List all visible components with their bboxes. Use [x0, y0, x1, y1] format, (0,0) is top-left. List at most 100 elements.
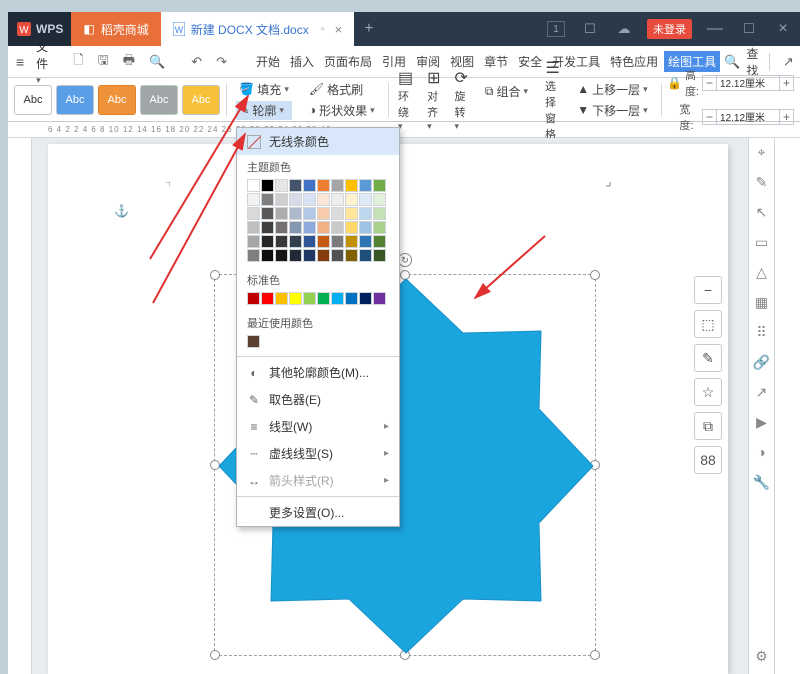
- color-swatch[interactable]: [373, 292, 386, 305]
- counter-box[interactable]: 1: [539, 12, 573, 46]
- color-swatch[interactable]: [247, 207, 260, 220]
- color-swatch[interactable]: [331, 221, 344, 234]
- color-swatch[interactable]: [247, 221, 260, 234]
- color-swatch[interactable]: [275, 235, 288, 248]
- eyedropper[interactable]: ✎取色器(E): [237, 386, 399, 413]
- color-swatch[interactable]: [289, 292, 302, 305]
- selection-pane-button[interactable]: ☰选择窗格: [541, 58, 564, 142]
- color-swatch[interactable]: [289, 179, 302, 192]
- style-thumb-1[interactable]: Abc: [14, 85, 52, 115]
- rotate-button[interactable]: ⟳旋转▾: [451, 68, 472, 132]
- color-swatch[interactable]: [373, 193, 386, 206]
- color-swatch[interactable]: [303, 235, 316, 248]
- color-swatch[interactable]: [289, 207, 302, 220]
- qat-save[interactable]: 🖫: [93, 51, 114, 73]
- style-thumb-5[interactable]: Abc: [182, 85, 220, 115]
- minimize-button[interactable]: —: [698, 12, 732, 46]
- dashes[interactable]: ┄虚线线型(S)▸: [237, 440, 399, 467]
- fill-button[interactable]: 🪣填充 ▾: [236, 80, 292, 99]
- color-swatch[interactable]: [289, 193, 302, 206]
- tab-layout[interactable]: 页面布局: [320, 51, 376, 72]
- height-lock-icon[interactable]: 🔒: [667, 76, 682, 90]
- color-swatch[interactable]: [359, 249, 372, 262]
- mini-btn-6[interactable]: 88: [694, 446, 722, 474]
- style-thumb-4[interactable]: Abc: [140, 85, 178, 115]
- side-pencil-icon[interactable]: ✎: [752, 172, 772, 192]
- mini-btn-1[interactable]: −: [694, 276, 722, 304]
- side-video-icon[interactable]: ▶: [752, 412, 772, 432]
- color-swatch[interactable]: [331, 179, 344, 192]
- color-swatch[interactable]: [345, 221, 358, 234]
- tab-start[interactable]: 开始: [252, 51, 284, 72]
- more-outline-colors[interactable]: ◐其他轮廓颜色(M)...: [237, 359, 399, 386]
- tab-mall[interactable]: ◧ 稻壳商城: [71, 12, 160, 46]
- send-backward-button[interactable]: ▼下移一层 ▾: [574, 101, 650, 120]
- side-chat-icon[interactable]: ◑: [752, 442, 772, 462]
- color-swatch[interactable]: [289, 221, 302, 234]
- close-tab-icon[interactable]: ×: [335, 22, 343, 37]
- side-cursor-icon[interactable]: ↖: [752, 202, 772, 222]
- recent-swatch-1[interactable]: [247, 335, 260, 348]
- side-apps-icon[interactable]: ⠿: [752, 322, 772, 342]
- qat-undo[interactable]: ↶: [186, 54, 207, 70]
- color-swatch[interactable]: [247, 235, 260, 248]
- qat-print[interactable]: 🖶: [118, 51, 140, 73]
- add-tab-button[interactable]: +: [354, 20, 383, 38]
- tab-featured[interactable]: 特色应用: [606, 51, 662, 72]
- ruler-vertical[interactable]: [8, 138, 32, 674]
- color-swatch[interactable]: [359, 179, 372, 192]
- mini-btn-4[interactable]: ☆: [694, 378, 722, 406]
- color-swatch[interactable]: [331, 292, 344, 305]
- color-swatch[interactable]: [289, 235, 302, 248]
- shape-effect-button[interactable]: ◑形状效果 ▾: [306, 101, 378, 120]
- color-swatch[interactable]: [345, 207, 358, 220]
- tab-section[interactable]: 章节: [480, 51, 512, 72]
- color-swatch[interactable]: [345, 193, 358, 206]
- color-swatch[interactable]: [373, 249, 386, 262]
- width-spinbox[interactable]: − 12.12厘米 +: [702, 109, 794, 125]
- color-swatch[interactable]: [261, 179, 274, 192]
- msg-icon[interactable]: ☐: [573, 12, 607, 46]
- color-swatch[interactable]: [303, 249, 316, 262]
- color-swatch[interactable]: [359, 207, 372, 220]
- color-swatch[interactable]: [275, 193, 288, 206]
- color-swatch[interactable]: [261, 235, 274, 248]
- color-swatch[interactable]: [359, 292, 372, 305]
- color-swatch[interactable]: [373, 221, 386, 234]
- color-swatch[interactable]: [317, 249, 330, 262]
- color-swatch[interactable]: [317, 235, 330, 248]
- group-button[interactable]: ⧉组合 ▾: [482, 82, 531, 101]
- color-swatch[interactable]: [317, 292, 330, 305]
- color-swatch[interactable]: [331, 249, 344, 262]
- shape-style-gallery[interactable]: Abc Abc Abc Abc Abc: [14, 85, 220, 115]
- color-swatch[interactable]: [247, 249, 260, 262]
- tab-menu-icon[interactable]: ▫: [321, 23, 325, 35]
- hamburger-icon[interactable]: ≡: [12, 54, 28, 70]
- side-share-icon[interactable]: ↗: [752, 382, 772, 402]
- more-settings[interactable]: 更多设置(O)...: [237, 499, 399, 526]
- qat-redo[interactable]: ↷: [211, 54, 232, 70]
- mini-btn-3[interactable]: ✎: [694, 344, 722, 372]
- color-swatch[interactable]: [261, 292, 274, 305]
- color-swatch[interactable]: [317, 193, 330, 206]
- side-link-icon[interactable]: 🔗: [752, 352, 772, 372]
- color-swatch[interactable]: [247, 179, 260, 192]
- color-swatch[interactable]: [261, 249, 274, 262]
- color-swatch[interactable]: [317, 221, 330, 234]
- style-thumb-2[interactable]: Abc: [56, 85, 94, 115]
- width-value[interactable]: 12.12厘米: [717, 109, 779, 124]
- side-gear-icon[interactable]: ⚙: [752, 646, 772, 666]
- height-increase[interactable]: +: [779, 76, 793, 90]
- color-swatch[interactable]: [289, 249, 302, 262]
- color-swatch[interactable]: [373, 207, 386, 220]
- color-swatch[interactable]: [303, 221, 316, 234]
- login-button[interactable]: 未登录: [647, 19, 692, 39]
- color-swatch[interactable]: [261, 193, 274, 206]
- qat-new[interactable]: 🗋: [68, 51, 88, 73]
- cloud-icon[interactable]: ☁: [607, 12, 641, 46]
- side-aperture-icon[interactable]: △: [752, 262, 772, 282]
- no-outline-color[interactable]: 无线条颜色: [237, 128, 399, 155]
- color-swatch[interactable]: [345, 292, 358, 305]
- color-swatch[interactable]: [261, 221, 274, 234]
- color-swatch[interactable]: [345, 249, 358, 262]
